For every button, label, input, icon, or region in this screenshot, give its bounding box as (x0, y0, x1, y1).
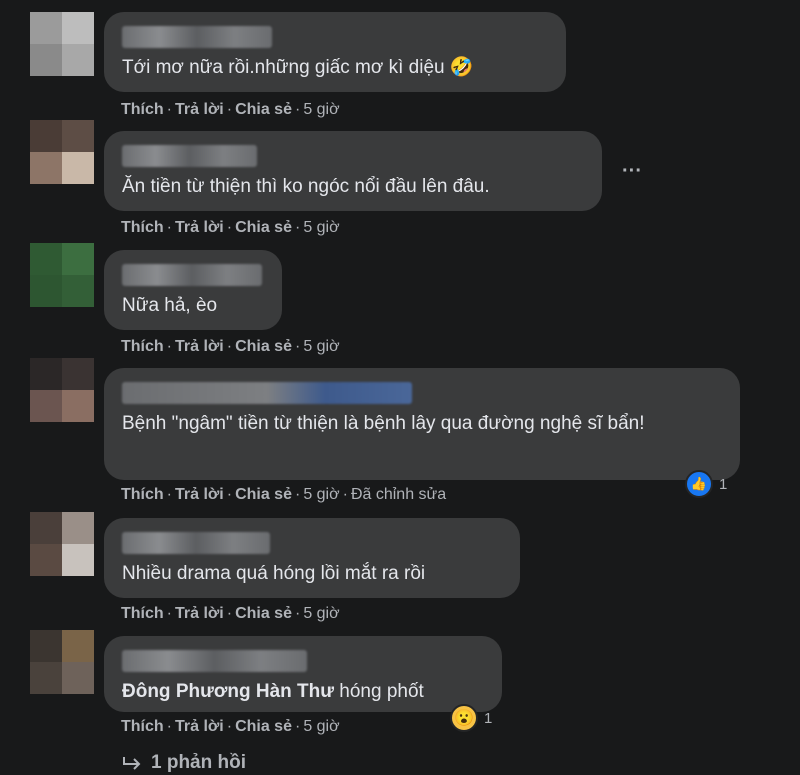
comment-bubble: Đông Phương Hàn Thư hóng phốt (104, 636, 502, 712)
avatar[interactable] (30, 358, 94, 422)
comment-actions: Thích · Trả lời · Chia sẻ · 5 giờ (121, 101, 340, 118)
author-name[interactable] (122, 382, 412, 404)
reply-link[interactable]: Trả lời (175, 486, 224, 503)
comment-bubble: Tới mơ nữa rồi.những giấc mơ kì diệu 🤣 (104, 12, 566, 92)
comment-text: Nhiều drama quá hóng lồi mắt ra rồi (122, 563, 426, 584)
avatar[interactable] (30, 12, 94, 76)
edited-label[interactable]: Đã chỉnh sửa (351, 486, 446, 503)
timestamp[interactable]: 5 giờ (303, 338, 339, 355)
reaction-summary[interactable]: 👍 1 (685, 470, 727, 498)
like-link[interactable]: Thích (121, 718, 164, 735)
reply-link[interactable]: Trả lời (175, 338, 224, 355)
author-name[interactable] (122, 26, 272, 48)
reply-link[interactable]: Trả lời (175, 718, 224, 735)
more-options-button[interactable]: ··· (620, 161, 644, 186)
like-link[interactable]: Thích (121, 605, 164, 622)
timestamp[interactable]: 5 giờ (303, 219, 339, 236)
view-replies-link[interactable]: 1 phản hồi (121, 752, 246, 774)
comment-actions: Thích · Trả lời · Chia sẻ · 5 giờ (121, 605, 340, 622)
reply-link[interactable]: Trả lời (175, 101, 224, 118)
avatar[interactable] (30, 630, 94, 694)
comment-bubble: Nữa hả, èo (104, 250, 282, 330)
like-link[interactable]: Thích (121, 219, 164, 236)
share-link[interactable]: Chia sẻ (235, 101, 292, 118)
comment-bubble: Bệnh "ngâm" tiền từ thiện là bệnh lây qu… (104, 368, 740, 480)
comment-actions: Thích · Trả lời · Chia sẻ · 5 giờ · Đã chỉnh sửa (121, 486, 447, 503)
author-name[interactable] (122, 264, 262, 286)
comment-text: Đông Phương Hàn Thư hóng phốt (122, 681, 424, 702)
timestamp[interactable]: 5 giờ (303, 718, 339, 735)
comment-actions: Thích · Trả lời · Chia sẻ · 5 giờ (121, 718, 340, 735)
comment-text: Ăn tiền từ thiện thì ko ngóc nổi đầu lên… (122, 176, 490, 197)
like-link[interactable]: Thích (121, 101, 164, 118)
rofl-emoji: 🤣 (449, 57, 474, 78)
share-link[interactable]: Chia sẻ (235, 605, 292, 622)
comment-text: Bệnh "ngâm" tiền từ thiện là bệnh lây qu… (122, 413, 645, 434)
reply-link[interactable]: Trả lời (175, 219, 224, 236)
like-link[interactable]: Thích (121, 486, 164, 503)
reaction-count: 1 (484, 709, 493, 727)
like-icon: 👍 (685, 470, 713, 498)
comment-actions: Thích · Trả lời · Chia sẻ · 5 giờ (121, 219, 340, 236)
replies-label: 1 phản hồi (151, 752, 246, 773)
reply-link[interactable]: Trả lời (175, 605, 224, 622)
wow-icon: 😮 (450, 704, 478, 732)
comment-bubble: Ăn tiền từ thiện thì ko ngóc nổi đầu lên… (104, 131, 602, 211)
comment-bubble: Nhiều drama quá hóng lồi mắt ra rồi (104, 518, 520, 598)
reaction-summary[interactable]: 😮 1 (450, 704, 492, 732)
comment-text: Nữa hả, èo (122, 295, 218, 316)
reply-arrow-icon (123, 757, 141, 770)
share-link[interactable]: Chia sẻ (235, 718, 292, 735)
reaction-count: 1 (719, 475, 728, 493)
comment-text: Tới mơ nữa rồi.những giấc mơ kì diệu 🤣 (122, 57, 474, 78)
avatar[interactable] (30, 243, 94, 307)
avatar[interactable] (30, 120, 94, 184)
avatar[interactable] (30, 512, 94, 576)
author-name[interactable] (122, 532, 270, 554)
timestamp[interactable]: 5 giờ (303, 605, 339, 622)
author-name[interactable] (122, 650, 307, 672)
mention-tag[interactable]: Đông Phương Hàn Thư (122, 681, 334, 702)
timestamp[interactable]: 5 giờ (303, 101, 339, 118)
author-name[interactable] (122, 145, 257, 167)
comment-actions: Thích · Trả lời · Chia sẻ · 5 giờ (121, 338, 340, 355)
timestamp[interactable]: 5 giờ (303, 486, 339, 503)
share-link[interactable]: Chia sẻ (235, 219, 292, 236)
share-link[interactable]: Chia sẻ (235, 486, 292, 503)
share-link[interactable]: Chia sẻ (235, 338, 292, 355)
like-link[interactable]: Thích (121, 338, 164, 355)
